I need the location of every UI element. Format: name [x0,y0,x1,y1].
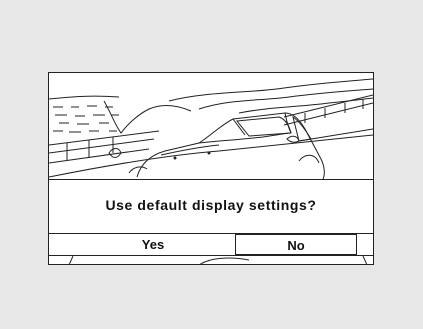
car-wheel-fragment [68,256,368,264]
confirm-dialog: Use default display settings? [49,179,373,234]
no-button[interactable]: No [235,234,357,255]
dialog-prompt: Use default display settings? [105,197,317,213]
dialog-button-bar: Yes No [49,233,373,256]
display-screen: Use default display settings? Yes No [48,72,374,265]
yes-button[interactable]: Yes [73,234,233,255]
